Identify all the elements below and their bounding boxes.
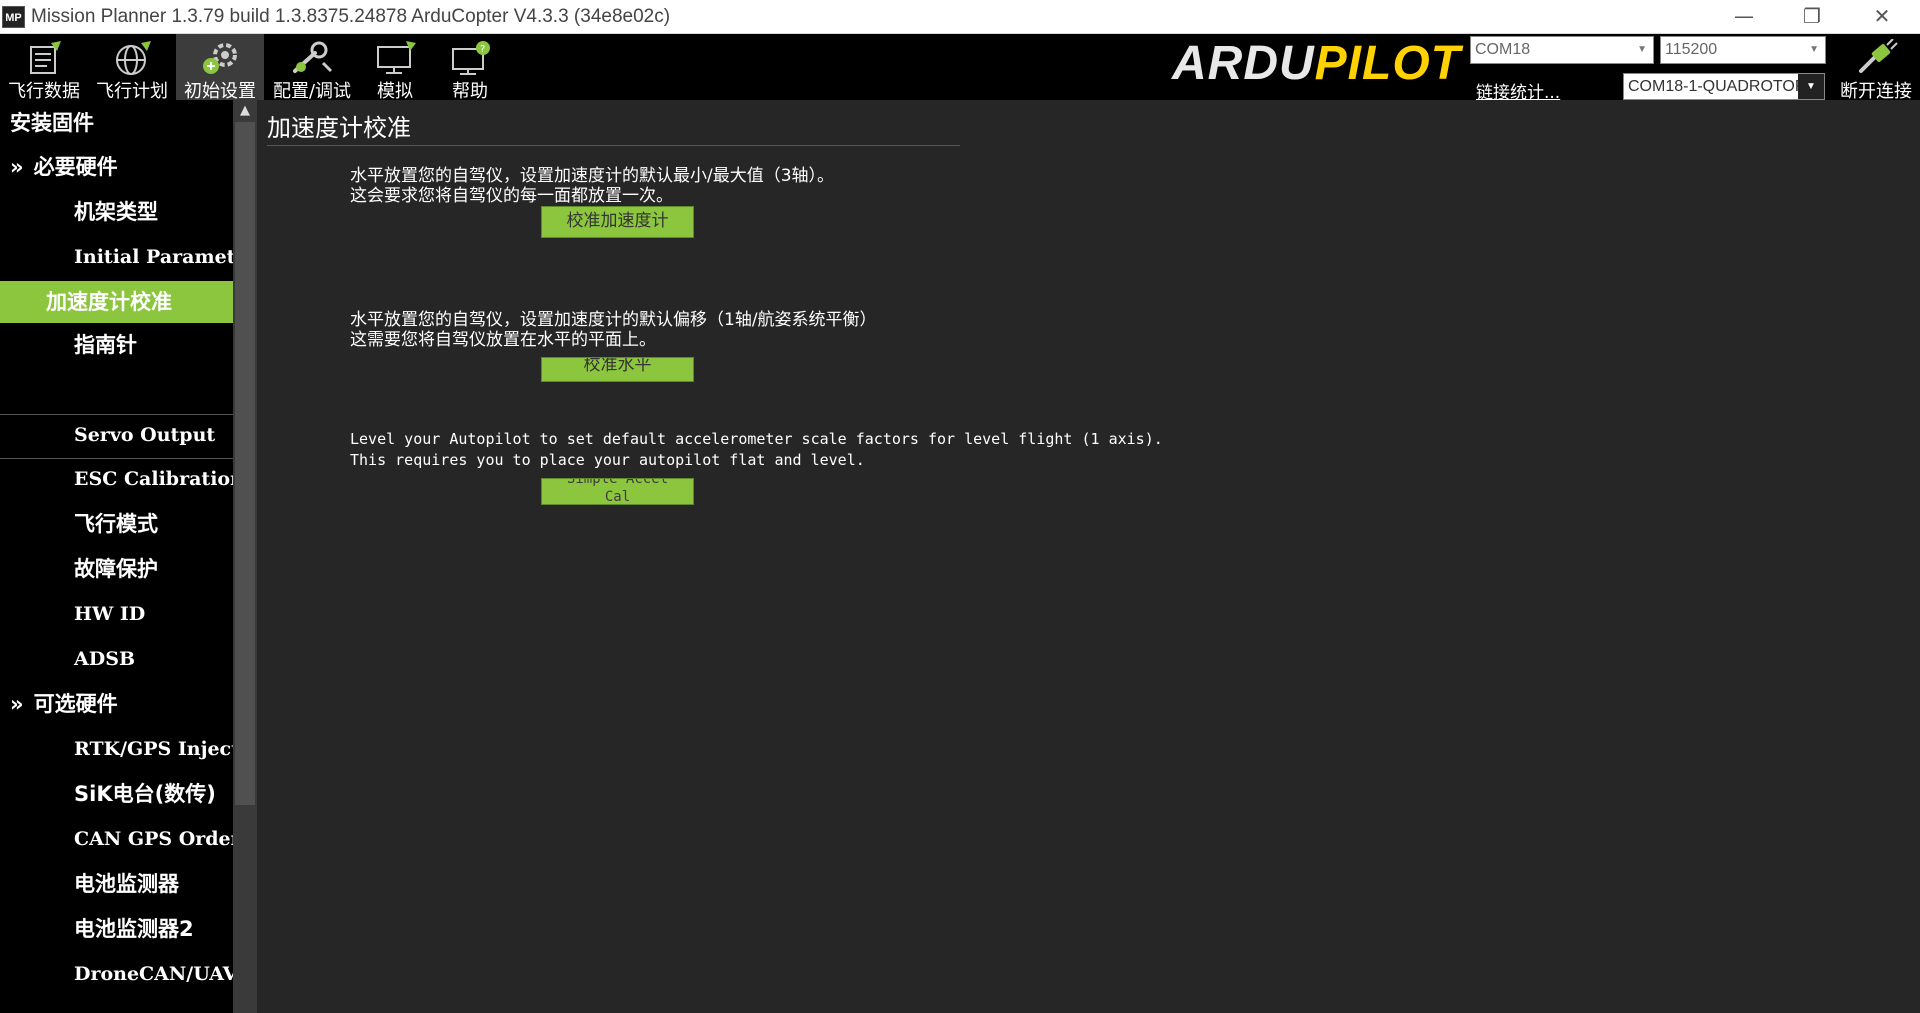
section1-line2: 这会要求您将自驾仪的每一面都放置一次。 <box>350 186 673 206</box>
chevron-down-icon: ▼ <box>1637 44 1647 55</box>
section2-line2: 这需要您将自驾仪放置在水平的平面上。 <box>350 330 656 350</box>
sidebar-item-rtk-gps-inject[interactable]: RTK/GPS Inject <box>0 732 233 766</box>
port-select[interactable]: COM18 ▼ <box>1470 36 1654 64</box>
sidebar-scrollbar[interactable]: ▲ <box>233 100 257 1013</box>
initial-setup-button[interactable]: 初始设置 <box>176 34 264 102</box>
sidebar-item-servo-output[interactable]: Servo Output <box>0 418 233 452</box>
sidebar-divider <box>0 414 233 415</box>
config-tuning-icon <box>293 41 333 73</box>
close-button[interactable]: ✕ <box>1854 0 1910 34</box>
page-title: 加速度计校准 <box>267 114 411 142</box>
simple-accel-cal-button[interactable]: Simple Accel Cal <box>541 478 694 505</box>
svg-text:?: ? <box>480 44 485 55</box>
simple-accel-cal-line2: Cal <box>604 489 631 505</box>
sidebar-item-esc-calibration[interactable]: ESC Calibration <box>0 462 233 496</box>
config-tuning-button[interactable]: 配置/调试 <box>264 34 360 102</box>
section3-line1: Level your Autopilot to set default acce… <box>350 430 1163 448</box>
calibrate-level-button[interactable]: 校准水平 <box>541 357 694 382</box>
sidebar-item-optional-hardware[interactable]: » 可选硬件 <box>0 687 233 721</box>
flight-plan-icon <box>116 41 151 75</box>
title-bar: MP Mission Planner 1.3.79 build 1.3.8375… <box>0 0 1920 34</box>
restore-button[interactable]: ❐ <box>1784 0 1840 34</box>
sidebar-item-adsb[interactable]: ADSB <box>0 642 233 676</box>
section3-line2: This requires you to place your autopilo… <box>350 451 865 469</box>
chevron-down-icon: ▼ <box>1809 44 1819 55</box>
sidebar-item-install-firmware[interactable]: 安装固件 <box>0 106 233 140</box>
sidebar-item-accel-calibration[interactable]: 加速度计校准 <box>0 281 233 323</box>
chevron-double-icon: » <box>10 692 24 716</box>
simple-accel-cal-line1: Simple Accel <box>566 478 669 487</box>
scroll-up-arrow-icon[interactable]: ▲ <box>233 100 257 122</box>
disconnect-button[interactable]: 断开连接 <box>1832 34 1920 102</box>
flight-plan-button[interactable]: 飞行计划 <box>88 34 176 102</box>
section2-line1: 水平放置您的自驾仪，设置加速度计的默认偏移（1轴/航姿系统平衡） <box>350 310 877 330</box>
profile-value: COM18-1-QUADROTOR <box>1628 78 1807 95</box>
main-toolbar: 飞行数据 飞行计划 初始设置 配置/调试 模拟 ? 帮助 ARDUPILOT C… <box>0 34 1920 103</box>
sidebar-item-failsafe[interactable]: 故障保护 <box>0 552 233 586</box>
sidebar-item-frame-type[interactable]: 机架类型 <box>0 195 233 229</box>
plug-icon <box>1859 39 1898 73</box>
sidebar-item-flight-modes[interactable]: 飞行模式 <box>0 507 233 541</box>
sidebar-item-hw-id[interactable]: HW ID <box>0 597 233 631</box>
chevron-double-icon: » <box>10 155 24 179</box>
port-value: COM18 <box>1475 41 1531 58</box>
sidebar-item-dronecan[interactable]: DroneCAN/UAVCAN <box>0 957 233 991</box>
help-button[interactable]: ? 帮助 <box>430 34 510 102</box>
accel-calibration-panel: 加速度计校准 水平放置您的自驾仪，设置加速度计的默认最小/最大值（3轴）。 这会… <box>257 100 1920 1013</box>
baud-select[interactable]: 115200 ▼ <box>1660 36 1826 64</box>
initial-setup-icon <box>203 43 237 74</box>
profile-select[interactable]: COM18-1-QUADROTOR ▼ <box>1623 73 1825 100</box>
sidebar-item-mandatory-hardware[interactable]: » 必要硬件 <box>0 150 233 184</box>
sidebar-item-compass[interactable]: 指南针 <box>0 328 233 362</box>
section1-line1: 水平放置您的自驾仪，设置加速度计的默认最小/最大值（3轴）。 <box>350 166 835 186</box>
window-title: Mission Planner 1.3.79 build 1.3.8375.24… <box>31 6 671 27</box>
sidebar-item-initial-params[interactable]: Initial Parameters <box>0 240 233 274</box>
sidebar-item-can-gps-order[interactable]: CAN GPS Order <box>0 822 233 856</box>
baud-value: 115200 <box>1665 41 1718 58</box>
simulation-button[interactable]: 模拟 <box>360 34 430 102</box>
sidebar-item-sik-radio[interactable]: SiK电台(数传) <box>0 777 233 811</box>
sidebar-divider <box>0 458 233 459</box>
title-divider <box>267 145 960 146</box>
setup-sidebar: 安装固件 » 必要硬件 机架类型 Initial Parameters 加速度计校… <box>0 100 233 1013</box>
chevron-down-icon: ▼ <box>1798 74 1824 99</box>
logo-text-pilot: PILOT <box>1314 37 1461 90</box>
flight-data-button[interactable]: 飞行数据 <box>0 34 88 102</box>
sidebar-item-battery-monitor-2[interactable]: 电池监测器2 <box>0 912 233 946</box>
flight-data-icon <box>30 41 61 74</box>
sidebar-item-battery-monitor[interactable]: 电池监测器 <box>0 867 233 901</box>
help-icon: ? <box>452 41 490 75</box>
minimize-button[interactable]: — <box>1716 0 1772 34</box>
sidebar-item-label: 可选硬件 <box>33 692 118 716</box>
scrollbar-thumb[interactable] <box>235 122 255 805</box>
app-logo-icon: MP <box>2 6 25 28</box>
ardupilot-logo: ARDUPILOT <box>1172 40 1468 88</box>
simulation-icon <box>377 41 416 74</box>
sidebar-item-label: 必要硬件 <box>33 155 118 179</box>
calibrate-accel-button[interactable]: 校准加速度计 <box>541 206 694 238</box>
logo-text-ardu: ARDU <box>1172 37 1315 90</box>
